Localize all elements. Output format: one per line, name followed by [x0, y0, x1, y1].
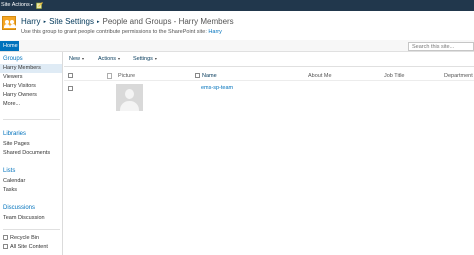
sidebar-item-team-discussion[interactable]: Team Discussion: [3, 215, 45, 221]
column-header-job-title[interactable]: Job Title: [384, 73, 404, 79]
page-title: People and Groups - Harry Members: [102, 17, 234, 26]
divider: [64, 80, 474, 81]
divider: [3, 119, 60, 120]
column-header-department[interactable]: Department: [444, 73, 473, 79]
edit-page-icon[interactable]: [36, 2, 43, 9]
site-actions-label: Site Actions: [1, 2, 30, 8]
top-nav-bar: Home Search this site...: [0, 40, 474, 52]
description-text: Use this group to grant people contribut…: [21, 29, 209, 35]
chevron-down-icon: ▾: [118, 56, 121, 61]
lists-heading[interactable]: Lists: [3, 168, 15, 174]
sidebar-item-viewers[interactable]: Viewers: [3, 74, 22, 80]
actions-label: Actions: [98, 56, 117, 62]
search-input[interactable]: Search this site...: [408, 42, 474, 51]
sidebar-item-calendar[interactable]: Calendar: [3, 178, 25, 184]
column-checkbox[interactable]: [195, 73, 200, 78]
breadcrumb-site-link[interactable]: Harry: [21, 17, 41, 26]
people-group-icon: [2, 16, 16, 30]
row-checkbox[interactable]: [68, 86, 73, 91]
avatar: [116, 84, 143, 111]
sidebar-item-shared-documents[interactable]: Shared Documents: [3, 150, 50, 156]
sidebar-item-all-site-content[interactable]: All Site Content: [3, 244, 48, 250]
description-site-link[interactable]: Harry: [208, 29, 221, 35]
discussions-heading[interactable]: Discussions: [3, 205, 35, 211]
breadcrumb-separator-icon: ▸: [43, 19, 47, 25]
sidebar-item-harry-members[interactable]: Harry Members: [0, 64, 62, 73]
document-icon: [107, 73, 112, 79]
actions-menu[interactable]: Actions ▾: [98, 56, 120, 62]
new-menu[interactable]: New ▾: [69, 56, 84, 62]
breadcrumb-settings-link[interactable]: Site Settings: [49, 17, 94, 26]
divider: [64, 66, 474, 67]
tab-home[interactable]: Home: [0, 41, 19, 51]
sidebar-item-harry-visitors[interactable]: Harry Visitors: [3, 83, 36, 89]
sidebar-item-site-pages[interactable]: Site Pages: [3, 141, 30, 147]
sidebar-item-harry-owners[interactable]: Harry Owners: [3, 92, 37, 98]
site-actions-menu[interactable]: Site Actions▾: [1, 2, 33, 8]
settings-menu[interactable]: Settings ▾: [133, 56, 157, 62]
chevron-down-icon: ▾: [82, 56, 85, 61]
quick-launch: Groups Harry Members Viewers Harry Visit…: [0, 52, 63, 255]
settings-label: Settings: [133, 56, 153, 62]
chevron-down-icon: ▾: [154, 56, 157, 61]
page-description: Use this group to grant people contribut…: [21, 29, 222, 35]
sidebar-item-label: Recycle Bin: [10, 235, 40, 241]
column-header-about-me[interactable]: About Me: [308, 73, 332, 79]
sidebar-item-recycle-bin[interactable]: Recycle Bin: [3, 235, 39, 241]
recycle-bin-icon: [3, 235, 8, 240]
sidebar-item-label: All Site Content: [10, 244, 48, 250]
breadcrumb: Harry ▸ Site Settings ▸ People and Groups - …: [21, 17, 234, 26]
divider: [3, 229, 60, 230]
groups-heading[interactable]: Groups: [3, 56, 23, 62]
sidebar-item-tasks[interactable]: Tasks: [3, 187, 17, 193]
new-label: New: [69, 56, 81, 62]
ribbon-top-bar: Site Actions▾: [0, 0, 474, 11]
libraries-heading[interactable]: Libraries: [3, 131, 26, 137]
column-header-name[interactable]: Name: [202, 73, 217, 79]
chevron-down-icon: ▾: [30, 2, 33, 7]
column-header-picture[interactable]: Picture: [118, 73, 135, 79]
user-name-link[interactable]: ems-sp-team: [201, 85, 233, 91]
breadcrumb-separator-icon: ▸: [97, 19, 100, 25]
sidebar-item-more[interactable]: More...: [3, 101, 20, 107]
select-all-checkbox[interactable]: [68, 73, 73, 78]
site-content-icon: [3, 244, 8, 249]
